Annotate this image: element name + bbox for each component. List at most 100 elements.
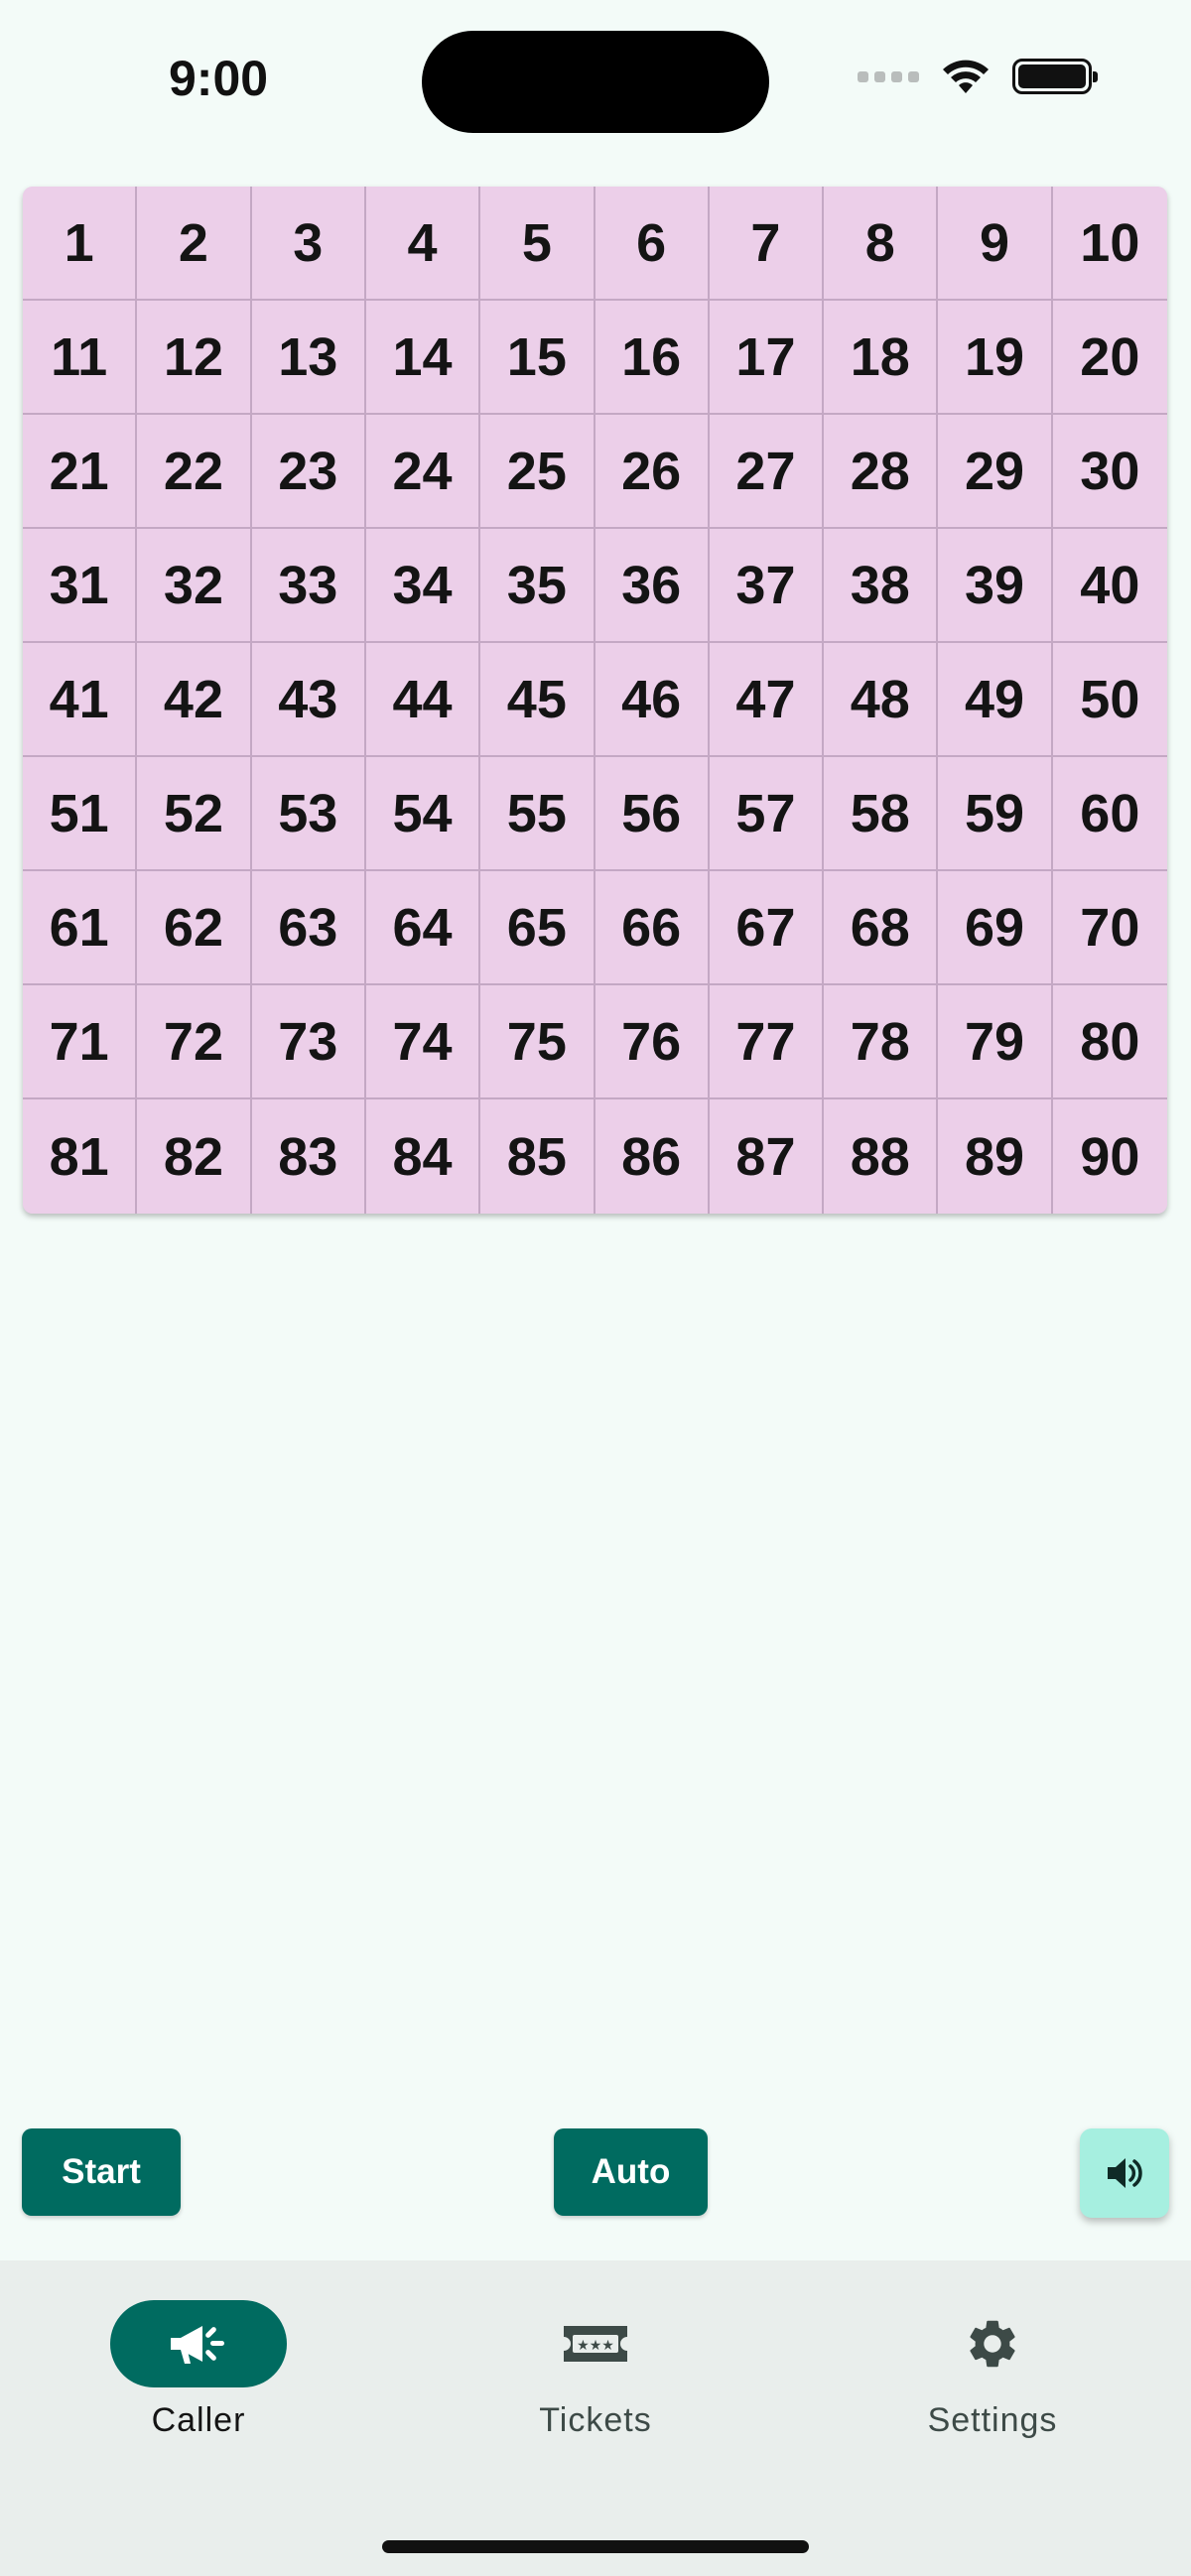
number-cell[interactable]: 70	[1052, 871, 1167, 985]
number-cell[interactable]: 36	[595, 529, 710, 643]
number-cell[interactable]: 47	[709, 643, 825, 757]
number-cell[interactable]: 58	[824, 757, 939, 871]
number-cell[interactable]: 77	[709, 985, 825, 1099]
number-cell[interactable]: 84	[365, 1099, 481, 1214]
number-cell[interactable]: 79	[938, 985, 1053, 1099]
number-cell[interactable]: 10	[1052, 187, 1167, 301]
number-cell[interactable]: 87	[709, 1099, 825, 1214]
number-cell[interactable]: 80	[1052, 985, 1167, 1099]
number-cell[interactable]: 66	[595, 871, 710, 985]
number-cell[interactable]: 63	[251, 871, 366, 985]
number-cell[interactable]: 88	[824, 1099, 939, 1214]
number-cell[interactable]: 19	[938, 301, 1053, 415]
number-cell[interactable]: 28	[824, 415, 939, 529]
number-cell[interactable]: 72	[137, 985, 252, 1099]
nav-settings-indicator	[904, 2300, 1081, 2387]
number-cell[interactable]: 71	[23, 985, 138, 1099]
number-cell[interactable]: 67	[709, 871, 825, 985]
number-cell[interactable]: 56	[595, 757, 710, 871]
auto-button[interactable]: Auto	[554, 2128, 708, 2216]
number-cell[interactable]: 27	[709, 415, 825, 529]
number-cell[interactable]: 9	[938, 187, 1053, 301]
sound-toggle-button[interactable]	[1080, 2128, 1169, 2218]
number-cell[interactable]: 45	[480, 643, 596, 757]
number-cell[interactable]: 2	[137, 187, 252, 301]
nav-item-tickets[interactable]: ★★★ Tickets	[447, 2300, 744, 2440]
nav-item-settings[interactable]: Settings	[844, 2300, 1141, 2440]
number-cell[interactable]: 3	[251, 187, 366, 301]
number-cell[interactable]: 21	[23, 415, 138, 529]
number-cell[interactable]: 29	[938, 415, 1053, 529]
number-cell[interactable]: 14	[365, 301, 481, 415]
number-cell[interactable]: 53	[251, 757, 366, 871]
nav-item-caller[interactable]: Caller	[50, 2300, 347, 2440]
number-cell[interactable]: 8	[824, 187, 939, 301]
number-cell[interactable]: 18	[824, 301, 939, 415]
number-cell[interactable]: 64	[365, 871, 481, 985]
number-cell[interactable]: 17	[709, 301, 825, 415]
number-cell[interactable]: 37	[709, 529, 825, 643]
number-cell[interactable]: 61	[23, 871, 138, 985]
number-cell[interactable]: 86	[595, 1099, 710, 1214]
number-cell[interactable]: 68	[824, 871, 939, 985]
number-cell[interactable]: 44	[365, 643, 481, 757]
number-cell[interactable]: 46	[595, 643, 710, 757]
number-cell[interactable]: 30	[1052, 415, 1167, 529]
number-cell[interactable]: 48	[824, 643, 939, 757]
number-cell[interactable]: 90	[1052, 1099, 1167, 1214]
start-button[interactable]: Start	[22, 2128, 181, 2216]
number-cell[interactable]: 49	[938, 643, 1053, 757]
number-cell[interactable]: 15	[480, 301, 596, 415]
number-cell[interactable]: 89	[938, 1099, 1053, 1214]
number-cell[interactable]: 81	[23, 1099, 138, 1214]
number-cell[interactable]: 38	[824, 529, 939, 643]
number-cell[interactable]: 1	[23, 187, 138, 301]
number-cell[interactable]: 40	[1052, 529, 1167, 643]
number-cell[interactable]: 4	[365, 187, 481, 301]
number-cell[interactable]: 78	[824, 985, 939, 1099]
number-cell[interactable]: 24	[365, 415, 481, 529]
number-cell[interactable]: 50	[1052, 643, 1167, 757]
status-time: 9:00	[169, 51, 269, 106]
number-cell[interactable]: 43	[251, 643, 366, 757]
number-cell[interactable]: 22	[137, 415, 252, 529]
number-cell[interactable]: 83	[251, 1099, 366, 1214]
number-cell[interactable]: 73	[251, 985, 366, 1099]
number-cell[interactable]: 6	[595, 187, 710, 301]
number-cell[interactable]: 65	[480, 871, 596, 985]
cellular-signal-icon	[858, 70, 919, 82]
number-cell[interactable]: 82	[137, 1099, 252, 1214]
number-cell[interactable]: 20	[1052, 301, 1167, 415]
number-cell[interactable]: 51	[23, 757, 138, 871]
number-cell[interactable]: 12	[137, 301, 252, 415]
number-cell[interactable]: 76	[595, 985, 710, 1099]
svg-text:★★★: ★★★	[577, 2338, 614, 2354]
number-cell[interactable]: 35	[480, 529, 596, 643]
number-cell[interactable]: 55	[480, 757, 596, 871]
number-cell[interactable]: 13	[251, 301, 366, 415]
number-cell[interactable]: 74	[365, 985, 481, 1099]
number-cell[interactable]: 16	[595, 301, 710, 415]
number-cell[interactable]: 39	[938, 529, 1053, 643]
number-cell[interactable]: 57	[709, 757, 825, 871]
number-cell[interactable]: 25	[480, 415, 596, 529]
number-cell[interactable]: 54	[365, 757, 481, 871]
number-cell[interactable]: 60	[1052, 757, 1167, 871]
number-cell[interactable]: 42	[137, 643, 252, 757]
number-cell[interactable]: 75	[480, 985, 596, 1099]
number-cell[interactable]: 62	[137, 871, 252, 985]
number-cell[interactable]: 31	[23, 529, 138, 643]
number-cell[interactable]: 85	[480, 1099, 596, 1214]
number-cell[interactable]: 33	[251, 529, 366, 643]
number-cell[interactable]: 11	[23, 301, 138, 415]
number-cell[interactable]: 52	[137, 757, 252, 871]
number-cell[interactable]: 5	[480, 187, 596, 301]
number-cell[interactable]: 26	[595, 415, 710, 529]
number-cell[interactable]: 59	[938, 757, 1053, 871]
number-cell[interactable]: 41	[23, 643, 138, 757]
number-cell[interactable]: 34	[365, 529, 481, 643]
number-cell[interactable]: 23	[251, 415, 366, 529]
number-cell[interactable]: 32	[137, 529, 252, 643]
number-cell[interactable]: 7	[709, 187, 825, 301]
number-cell[interactable]: 69	[938, 871, 1053, 985]
